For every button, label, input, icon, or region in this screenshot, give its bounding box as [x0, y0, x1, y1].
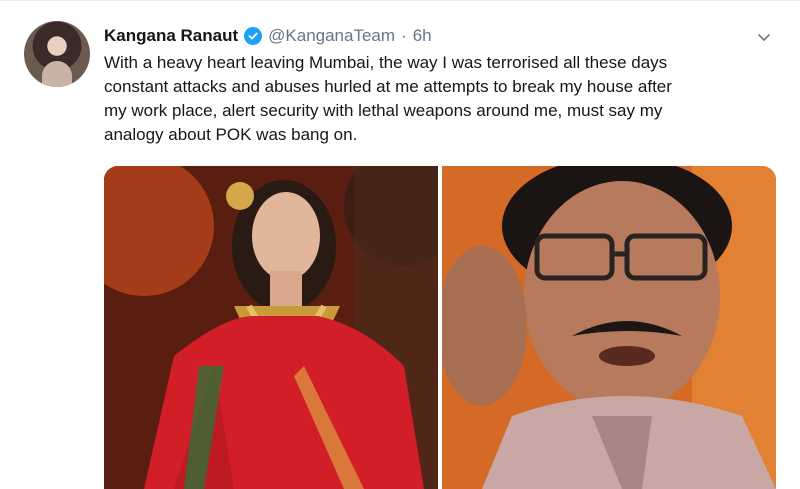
tweet-text: With a heavy heart leaving Mumbai, the w…	[104, 51, 784, 147]
tweet-card[interactable]: Kangana Ranaut @KanganaTeam · 6h With a …	[0, 0, 800, 489]
tweet-text-line: analogy about POK was bang on.	[104, 125, 358, 144]
verified-badge-icon	[244, 27, 263, 45]
chevron-down-icon[interactable]	[752, 25, 776, 49]
photo-illustration	[442, 166, 776, 489]
media-photo-woman-bridal[interactable]	[104, 166, 438, 489]
author-name[interactable]: Kangana Ranaut	[104, 26, 238, 46]
tweet-text-line: my work place, alert security with letha…	[104, 101, 663, 120]
photo-illustration	[104, 166, 438, 489]
avatar-figure	[42, 61, 72, 87]
author-handle[interactable]: @KanganaTeam	[268, 26, 395, 46]
meta-separator: ·	[401, 26, 407, 45]
tweet-media[interactable]	[104, 166, 776, 489]
tweet-header: Kangana Ranaut @KanganaTeam · 6h	[104, 25, 432, 47]
tweet-text-line: With a heavy heart leaving Mumbai, the w…	[104, 53, 668, 72]
media-photo-man-spectacles[interactable]	[442, 166, 776, 489]
avatar[interactable]	[24, 21, 90, 87]
tweet-text-line: constant attacks and abuses hurled at me…	[104, 77, 672, 96]
tweet-timestamp[interactable]: 6h	[413, 26, 432, 46]
